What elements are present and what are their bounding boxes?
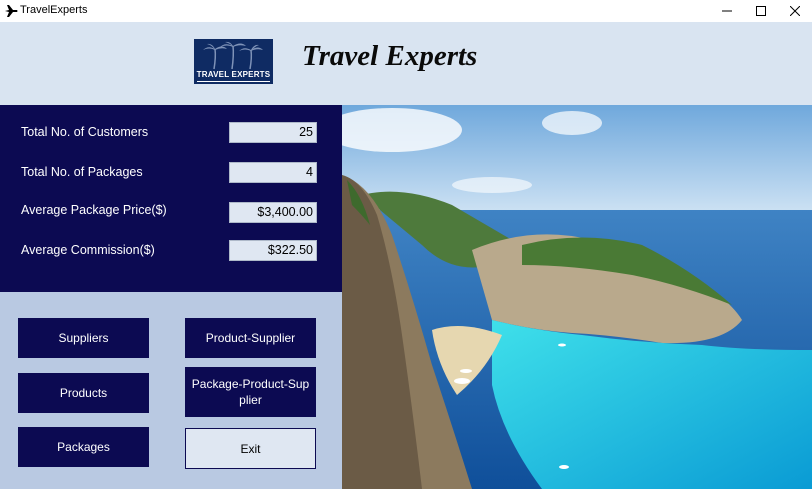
header-banner: TRAVEL EXPERTS Travel Experts [0,22,812,105]
customers-label: Total No. of Customers [21,125,149,139]
customers-count-field[interactable]: 25 [229,122,317,143]
avg-commission-field[interactable]: $322.50 [229,240,317,261]
packages-label: Total No. of Packages [21,165,143,179]
close-icon [790,6,800,16]
title-bar: TravelExperts [0,0,812,22]
logo-underline [197,81,270,82]
exit-button[interactable]: Exit [185,428,316,469]
logo-text: TRAVEL EXPERTS [196,70,271,79]
minimize-icon [722,10,732,12]
maximize-icon [756,6,766,16]
window-title: TravelExperts [20,4,88,16]
package-product-supplier-button[interactable]: Package-Product-Sup plier [185,367,316,417]
avg-commission-label: Average Commission($) [21,243,155,257]
travel-experts-logo: TRAVEL EXPERTS [194,39,273,84]
suppliers-button[interactable]: Suppliers [18,318,149,358]
minimize-button[interactable] [710,0,744,22]
palm-trees-icon [203,41,263,70]
airplane-icon [5,5,18,17]
stats-panel: Total No. of Customers 25 Total No. of P… [0,105,342,292]
beach-cove-photo [342,105,812,489]
packages-button[interactable]: Packages [18,427,149,467]
close-button[interactable] [778,0,812,22]
product-supplier-button[interactable]: Product-Supplier [185,318,316,358]
avg-price-field[interactable]: $3,400.00 [229,202,317,223]
avg-price-label: Average Package Price($) [21,203,167,217]
app-heading: Travel Experts [302,40,478,72]
packages-count-field[interactable]: 4 [229,162,317,183]
navigation-panel: Suppliers Product-Supplier Products Pack… [0,292,342,489]
products-button[interactable]: Products [18,373,149,413]
maximize-button[interactable] [744,0,778,22]
